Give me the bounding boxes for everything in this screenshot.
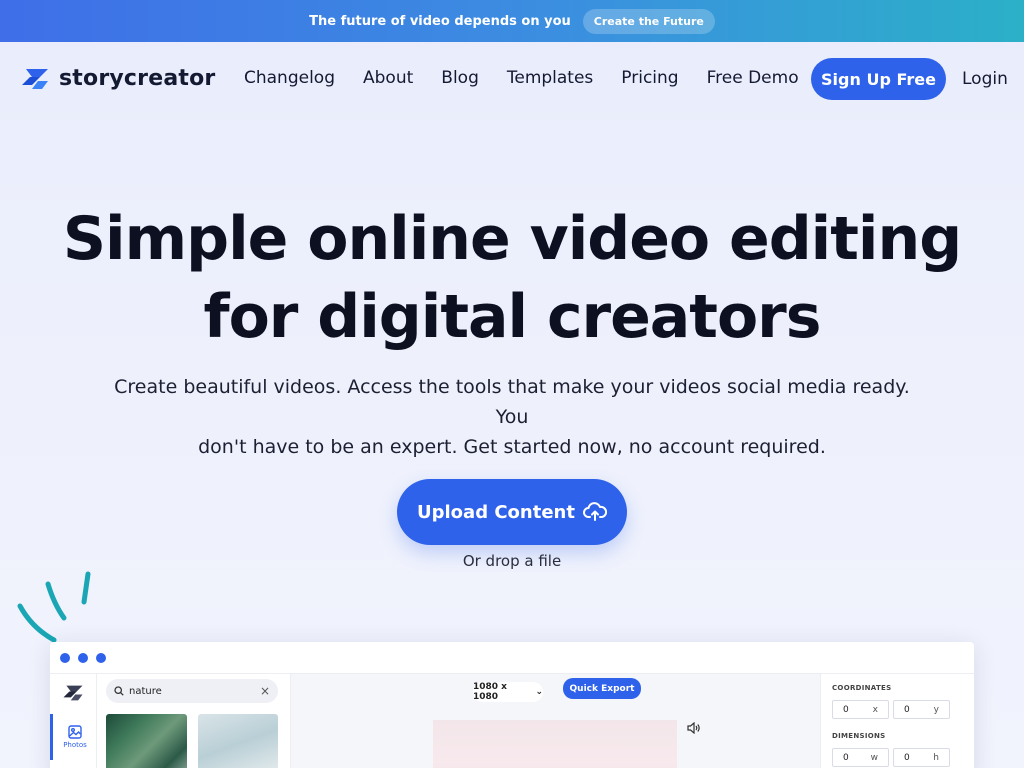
logo-text: storycreator: [59, 66, 216, 91]
editor-logo-icon: [63, 685, 83, 701]
window-dot: [60, 652, 70, 663]
login-link[interactable]: Login: [962, 69, 1008, 89]
field-suffix: y: [933, 704, 939, 715]
nav-link-free-demo[interactable]: Free Demo: [707, 68, 799, 88]
field-value: 0: [843, 752, 849, 763]
upload-content-label: Upload Content: [417, 501, 575, 523]
editor-preview: Photos nature × 1080 x 1080 ⌄ Quick Expo…: [50, 642, 974, 768]
announcement-banner: The future of video depends on you Creat…: [0, 0, 1024, 42]
hero-title-line1: Simple online video editing: [62, 204, 962, 274]
sidebar-item-label: Photos: [63, 741, 87, 749]
sign-up-button[interactable]: Sign Up Free: [811, 58, 946, 100]
nav-link-pricing[interactable]: Pricing: [621, 68, 678, 88]
nav-link-templates[interactable]: Templates: [507, 68, 593, 88]
dimension-height-field[interactable]: 0 h: [893, 748, 950, 767]
logo[interactable]: storycreator: [20, 66, 215, 91]
search-icon: [114, 686, 124, 696]
decorative-doodle: [17, 571, 91, 643]
search-value: nature: [129, 685, 162, 697]
photo-thumbnail[interactable]: [106, 714, 187, 768]
chevron-down-icon: ⌄: [532, 687, 543, 697]
editor-canvas-area: 1080 x 1080 ⌄ Quick Export: [290, 674, 820, 768]
sidebar-item-photos[interactable]: Photos: [50, 714, 97, 760]
field-suffix: w: [870, 752, 878, 763]
photo-icon: [68, 725, 82, 739]
field-value: 0: [904, 704, 910, 715]
nav-links: Changelog About Blog Templates Pricing F…: [244, 68, 827, 88]
photo-search-input[interactable]: nature ×: [106, 679, 278, 703]
upload-content-button[interactable]: Upload Content: [397, 479, 627, 545]
hero-title-line2: for digital creators: [203, 282, 821, 352]
cloud-upload-icon: [583, 502, 607, 521]
clear-search-icon[interactable]: ×: [260, 684, 270, 698]
coordinate-x-field[interactable]: 0 x: [832, 700, 889, 719]
drop-file-text: Or drop a file: [462, 552, 562, 570]
canvas-size-dropdown[interactable]: 1080 x 1080 ⌄: [473, 682, 543, 702]
hero-subtitle-line2: don't have to be an expert. Get started …: [198, 436, 826, 458]
storycreator-logo-icon: [22, 68, 48, 89]
hero-title: Simple online video editing for digital …: [0, 200, 1024, 356]
create-future-button[interactable]: Create the Future: [582, 8, 715, 34]
volume-icon[interactable]: [687, 722, 701, 734]
hero-subtitle: Create beautiful videos. Access the tool…: [100, 372, 924, 462]
field-value: 0: [843, 704, 849, 715]
window-dot: [96, 652, 106, 663]
dimensions-label: DIMENSIONS: [832, 732, 886, 740]
field-suffix: h: [933, 752, 939, 763]
photo-thumbnail[interactable]: [198, 714, 278, 768]
main-nav: storycreator Changelog About Blog Templa…: [0, 42, 1024, 116]
coordinates-label: COORDINATES: [832, 684, 892, 692]
editor-sidebar: Photos: [50, 674, 97, 768]
hero-subtitle-line1: Create beautiful videos. Access the tool…: [114, 376, 910, 428]
coordinate-y-field[interactable]: 0 y: [893, 700, 950, 719]
nav-link-blog[interactable]: Blog: [441, 68, 479, 88]
canvas-preview[interactable]: [433, 720, 677, 768]
canvas-size-label: 1080 x 1080: [473, 682, 507, 702]
properties-panel: COORDINATES 0 x 0 y DIMENSIONS 0 w 0 h: [820, 674, 974, 768]
field-suffix: x: [872, 704, 878, 715]
nav-link-changelog[interactable]: Changelog: [244, 68, 335, 88]
banner-text: The future of video depends on you: [309, 13, 571, 29]
dimension-width-field[interactable]: 0 w: [832, 748, 889, 767]
field-value: 0: [904, 752, 910, 763]
window-dot: [78, 652, 88, 663]
nav-link-about[interactable]: About: [363, 68, 413, 88]
window-titlebar: [50, 642, 974, 674]
quick-export-button[interactable]: Quick Export: [563, 678, 641, 699]
